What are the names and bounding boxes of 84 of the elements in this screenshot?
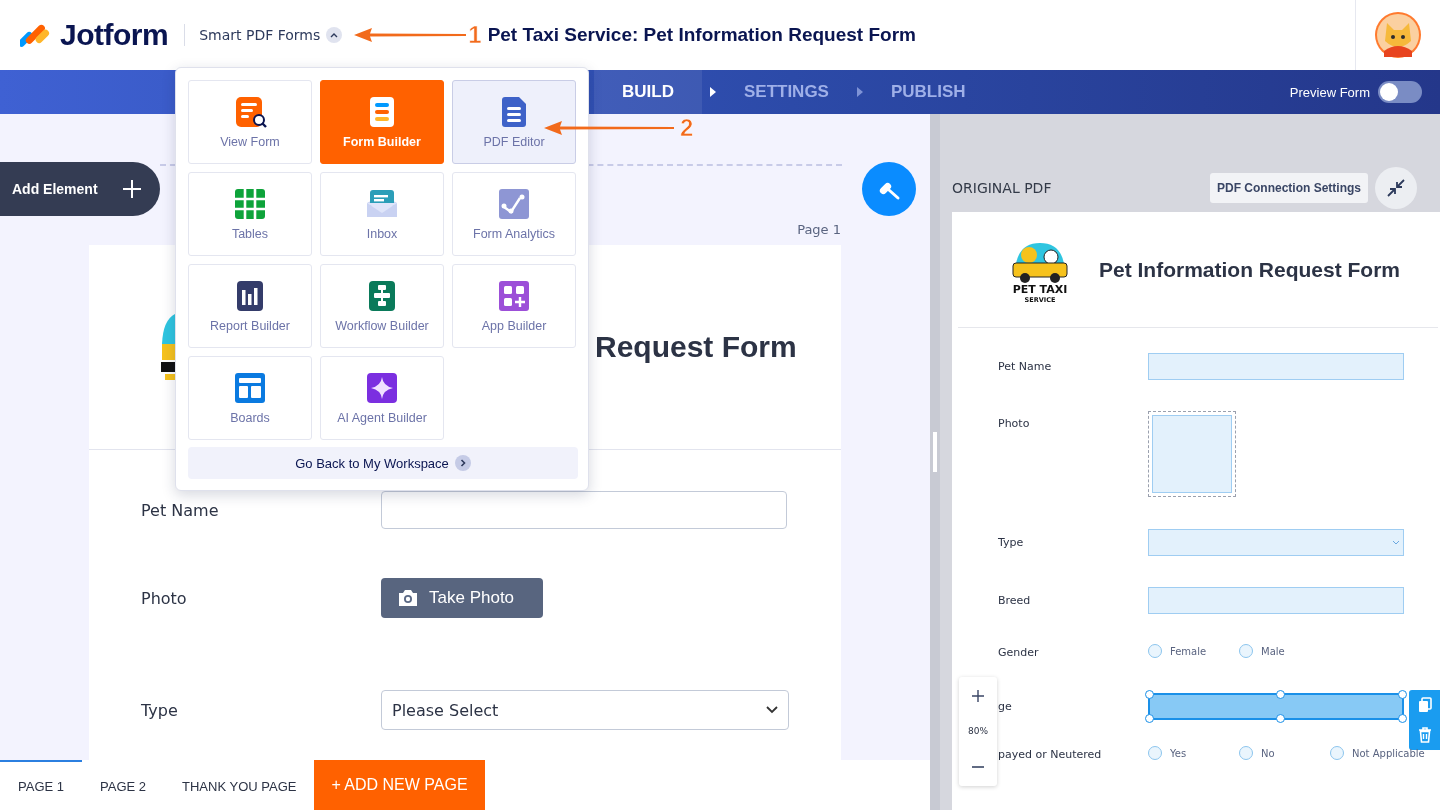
chevron-down-icon	[1392, 540, 1400, 545]
form-title: Pet Taxi Service: Pet Information Request Form	[487, 24, 916, 46]
pdf-title: Pet Information Request Form	[1099, 257, 1401, 282]
radio-circle-icon[interactable]	[1148, 644, 1162, 658]
page-tab[interactable]: PAGE 1	[0, 760, 82, 810]
radio-circle-icon[interactable]	[1148, 746, 1162, 760]
pdf-field-label: Pet Name	[998, 359, 1053, 374]
workspace-link[interactable]: Go Back to My Workspace	[188, 447, 578, 479]
pdf-text-field[interactable]	[1148, 353, 1404, 380]
field-label: Photo	[141, 588, 188, 608]
preview-toggle[interactable]	[1378, 81, 1422, 103]
view-form-icon	[233, 95, 267, 129]
radio-option-label: Not Applicable	[1352, 747, 1425, 759]
app-menu-item[interactable]: Report Builder	[188, 264, 312, 348]
chevron-down-icon	[766, 706, 778, 714]
copy-icon[interactable]	[1417, 697, 1432, 713]
plus-icon	[122, 179, 142, 199]
pdf-field-label: Type	[998, 535, 1025, 550]
app-menu-item[interactable]: Inbox	[320, 172, 444, 256]
trash-icon[interactable]	[1417, 727, 1432, 743]
logo-drawing	[161, 314, 175, 380]
text-input[interactable]	[381, 491, 787, 529]
annotation-number: 2	[680, 114, 694, 142]
boards-icon	[233, 371, 267, 405]
nav-tab[interactable]: BUILD	[594, 70, 702, 114]
form-heading: Request Form	[595, 330, 797, 364]
product-name: Smart PDF Forms	[199, 27, 321, 43]
app-menu-item[interactable]: Boards	[188, 356, 312, 440]
app-menu-item[interactable]: Form Builder	[320, 80, 444, 164]
pdf-select-field[interactable]	[1148, 529, 1404, 556]
app-menu-item[interactable]: PDF Editor	[452, 80, 576, 164]
nav-tab[interactable]: PUBLISH	[870, 70, 986, 114]
radio-circle-icon[interactable]	[1239, 644, 1253, 658]
sparkle-icon	[365, 371, 399, 405]
brand-name: Jotform	[60, 18, 169, 52]
chevron-right-icon	[856, 87, 863, 97]
radio-circle-icon[interactable]	[1330, 746, 1344, 760]
field-label: Type	[141, 700, 179, 720]
app-menu-item[interactable]: Form Analytics	[452, 172, 576, 256]
app-grid-icon	[497, 279, 531, 313]
radio-circle-icon[interactable]	[1239, 746, 1253, 760]
radio-option-label: Yes	[1170, 747, 1187, 759]
field-label: Pet Name	[141, 500, 220, 520]
radio-option-label: No	[1261, 747, 1275, 759]
chevron-up-icon	[330, 32, 339, 38]
radio-option-label: Female	[1170, 645, 1207, 657]
app-menu-item[interactable]: View Form	[188, 80, 312, 164]
pdf-text-field[interactable]	[1148, 587, 1404, 614]
collapse-arrows-icon	[1386, 178, 1406, 198]
camera-icon	[397, 589, 419, 607]
chevron-right-icon	[709, 87, 716, 97]
page-tab[interactable]: PAGE 2	[82, 760, 165, 810]
zoom-in-icon[interactable]	[971, 688, 985, 703]
table-grid-icon	[233, 187, 267, 221]
designer-brush-button[interactable]	[862, 162, 916, 216]
panel-title: ORIGINAL PDF	[952, 180, 1052, 196]
app-menu-item[interactable]: Tables	[188, 172, 312, 256]
app-menu-item[interactable]: AI Agent Builder	[320, 356, 444, 440]
app-menu-item[interactable]: Workflow Builder	[320, 264, 444, 348]
radio-option-label: Male	[1261, 645, 1285, 657]
pdf-field-label: ge	[998, 699, 1013, 714]
pdf-text-field[interactable]	[1148, 693, 1404, 720]
avatar-icon[interactable]	[1374, 11, 1422, 59]
annotation-number: 1	[468, 21, 482, 49]
analytics-chart-icon	[497, 187, 531, 221]
pdf-field-label: payed or Neutered	[998, 748, 1103, 762]
pdf-connection-settings-button[interactable]: PDF Connection Settings	[1210, 173, 1368, 203]
add-element-button[interactable]: Add Element	[0, 162, 160, 216]
collapse-button[interactable]	[1375, 167, 1417, 209]
chevron-right-icon	[454, 455, 471, 471]
add-page-button[interactable]: + ADD NEW PAGE	[314, 760, 485, 810]
zoom-level: 80%	[968, 726, 988, 737]
page-tab[interactable]: THANK YOU PAGE	[164, 760, 315, 810]
pdf-field-label: Photo	[998, 417, 1031, 431]
take-photo-button[interactable]: Take Photo	[381, 578, 543, 618]
pdf-field-label: Breed	[998, 593, 1032, 608]
select-dropdown[interactable]: Please Select	[381, 690, 789, 730]
page-label: Page 1	[797, 222, 841, 237]
nav-tab[interactable]: SETTINGS	[723, 70, 849, 114]
preview-label: Preview Form	[1289, 84, 1370, 100]
pdf-field-label: Gender	[998, 646, 1040, 660]
app-menu-item[interactable]: App Builder	[452, 264, 576, 348]
chevron-up-button[interactable]	[326, 27, 343, 43]
pdf-image-field[interactable]	[1148, 411, 1236, 497]
